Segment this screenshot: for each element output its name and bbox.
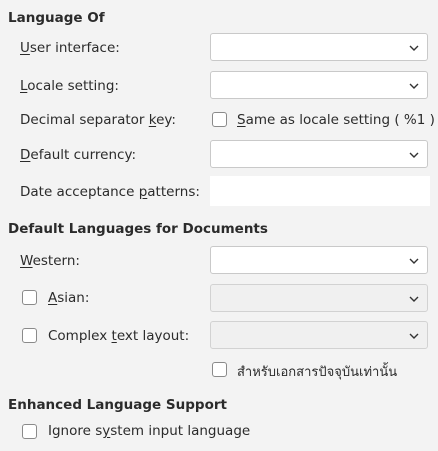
chevron-down-icon <box>409 258 419 264</box>
chevron-down-icon <box>409 333 419 339</box>
current-document-only-checkbox[interactable] <box>212 362 227 377</box>
asian-checkbox[interactable] <box>22 290 37 305</box>
locale-setting-dropdown[interactable] <box>210 71 428 99</box>
chevron-down-icon <box>409 296 419 302</box>
user-interface-dropdown[interactable] <box>210 33 428 61</box>
date-patterns-input[interactable] <box>210 176 430 206</box>
user-interface-label: User interface: <box>20 40 120 56</box>
default-currency-dropdown[interactable] <box>210 140 428 168</box>
asian-checkbox-label[interactable]: Asian: <box>48 290 89 306</box>
ignore-system-input-label[interactable]: Ignore system input language <box>48 423 250 439</box>
section-heading-language-of: Language Of <box>8 10 105 26</box>
current-document-only-label[interactable]: สำหรับเอกสารปัจจุบันเท่านั้น <box>237 361 397 382</box>
western-label: Western: <box>20 253 80 269</box>
western-language-dropdown[interactable] <box>210 246 428 274</box>
same-as-locale-checkbox-label[interactable]: Same as locale setting ( %1 ) <box>237 112 435 128</box>
asian-language-dropdown[interactable] <box>210 284 428 312</box>
decimal-separator-label: Decimal separator key: <box>20 112 176 128</box>
chevron-down-icon <box>409 152 419 158</box>
chevron-down-icon <box>409 83 419 89</box>
chevron-down-icon <box>409 45 419 51</box>
same-as-locale-checkbox[interactable] <box>212 112 227 127</box>
ignore-system-input-checkbox[interactable] <box>22 424 37 439</box>
section-heading-default-languages: Default Languages for Documents <box>8 221 268 237</box>
date-patterns-label: Date acceptance patterns: <box>20 184 200 200</box>
complex-text-layout-dropdown[interactable] <box>210 321 428 349</box>
complex-text-layout-checkbox[interactable] <box>22 328 37 343</box>
complex-text-layout-checkbox-label[interactable]: Complex text layout: <box>48 328 189 344</box>
locale-setting-label: Locale setting: <box>20 78 119 94</box>
section-heading-enhanced-language-support: Enhanced Language Support <box>8 397 227 413</box>
default-currency-label: Default currency: <box>20 147 137 163</box>
